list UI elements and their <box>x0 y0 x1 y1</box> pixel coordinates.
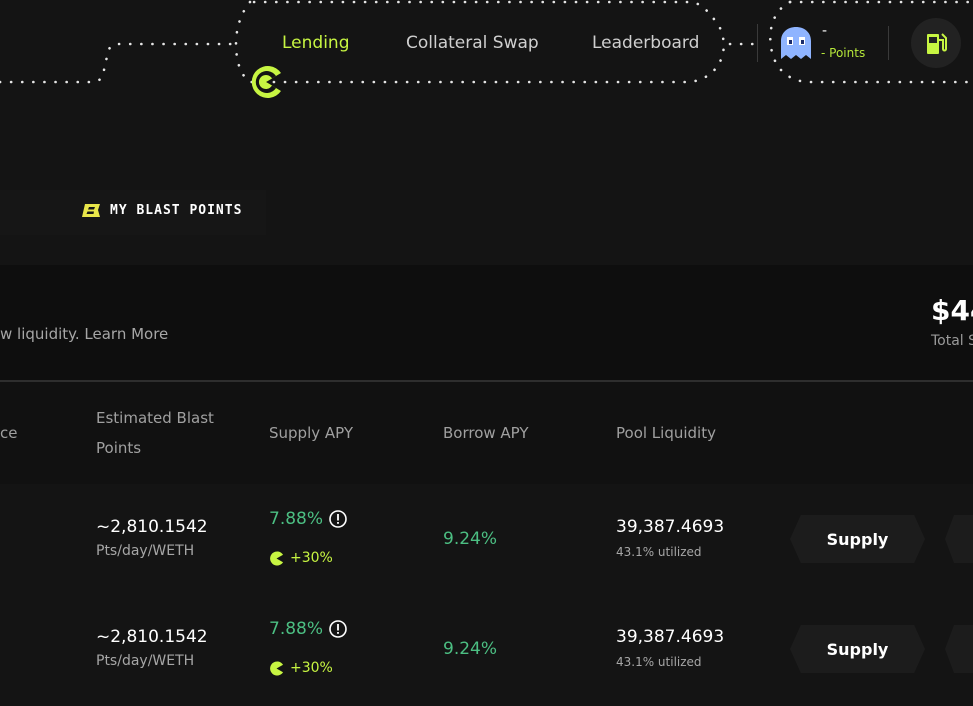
supply-button[interactable]: Supply <box>790 625 925 673</box>
header-pool-liquidity: Pool Liquidity <box>616 424 716 442</box>
pool-liquidity-value: 39,387.4693 <box>616 627 725 647</box>
utilization-value: 43.1% utilized <box>616 545 702 559</box>
gas-button[interactable] <box>911 18 961 68</box>
header-estimated-points: Estimated Blast Points <box>96 409 214 457</box>
blast-logo-icon <box>82 204 100 217</box>
nav-divider <box>757 24 758 62</box>
gas-pump-icon <box>927 33 947 54</box>
utilization-value: 43.1% utilized <box>616 655 702 669</box>
header-supply-apy: Supply APY <box>269 424 354 442</box>
learn-more-text[interactable]: w liquidity. Learn More <box>0 325 168 343</box>
nav-link-lending[interactable]: Lending <box>282 33 350 53</box>
estimated-points-unit: Pts/day/WETH <box>96 543 195 559</box>
pool-liquidity-value: 39,387.4693 <box>616 517 725 537</box>
supply-apy-value: 7.88% <box>269 509 324 529</box>
nav-link-collateral-swap[interactable]: Collateral Swap <box>406 33 539 53</box>
boost-value: +30% <box>290 550 333 566</box>
points-label: - Points <box>821 46 866 60</box>
pacman-logo-icon[interactable] <box>248 64 284 100</box>
ghost-icon <box>781 27 811 59</box>
blast-points-label: MY BLAST POINTS <box>110 203 243 218</box>
total-label: Total S <box>931 333 973 349</box>
boost-pacman-icon <box>270 661 284 676</box>
estimated-points-value: ~2,810.1542 <box>96 517 208 537</box>
borrow-apy-value: 9.24% <box>443 529 498 549</box>
header-borrow-apy: Borrow APY <box>443 424 529 442</box>
nav-divider <box>888 26 889 60</box>
supply-apy-value: 7.88% <box>269 619 324 639</box>
pool-info-panel <box>0 265 973 380</box>
info-icon[interactable] <box>328 509 348 529</box>
boost-value: +30% <box>290 660 333 676</box>
borrow-apy-value: 9.24% <box>443 639 498 659</box>
supply-button[interactable]: Supply <box>790 515 925 563</box>
info-icon[interactable] <box>328 619 348 639</box>
header-balance: ce <box>0 424 18 442</box>
boost-pacman-icon <box>270 551 284 566</box>
estimated-points-unit: Pts/day/WETH <box>96 653 195 669</box>
points-value: - <box>822 23 828 39</box>
nav-link-leaderboard[interactable]: Leaderboard <box>592 33 699 53</box>
estimated-points-value: ~2,810.1542 <box>96 627 208 647</box>
total-value: $44 <box>931 294 973 327</box>
